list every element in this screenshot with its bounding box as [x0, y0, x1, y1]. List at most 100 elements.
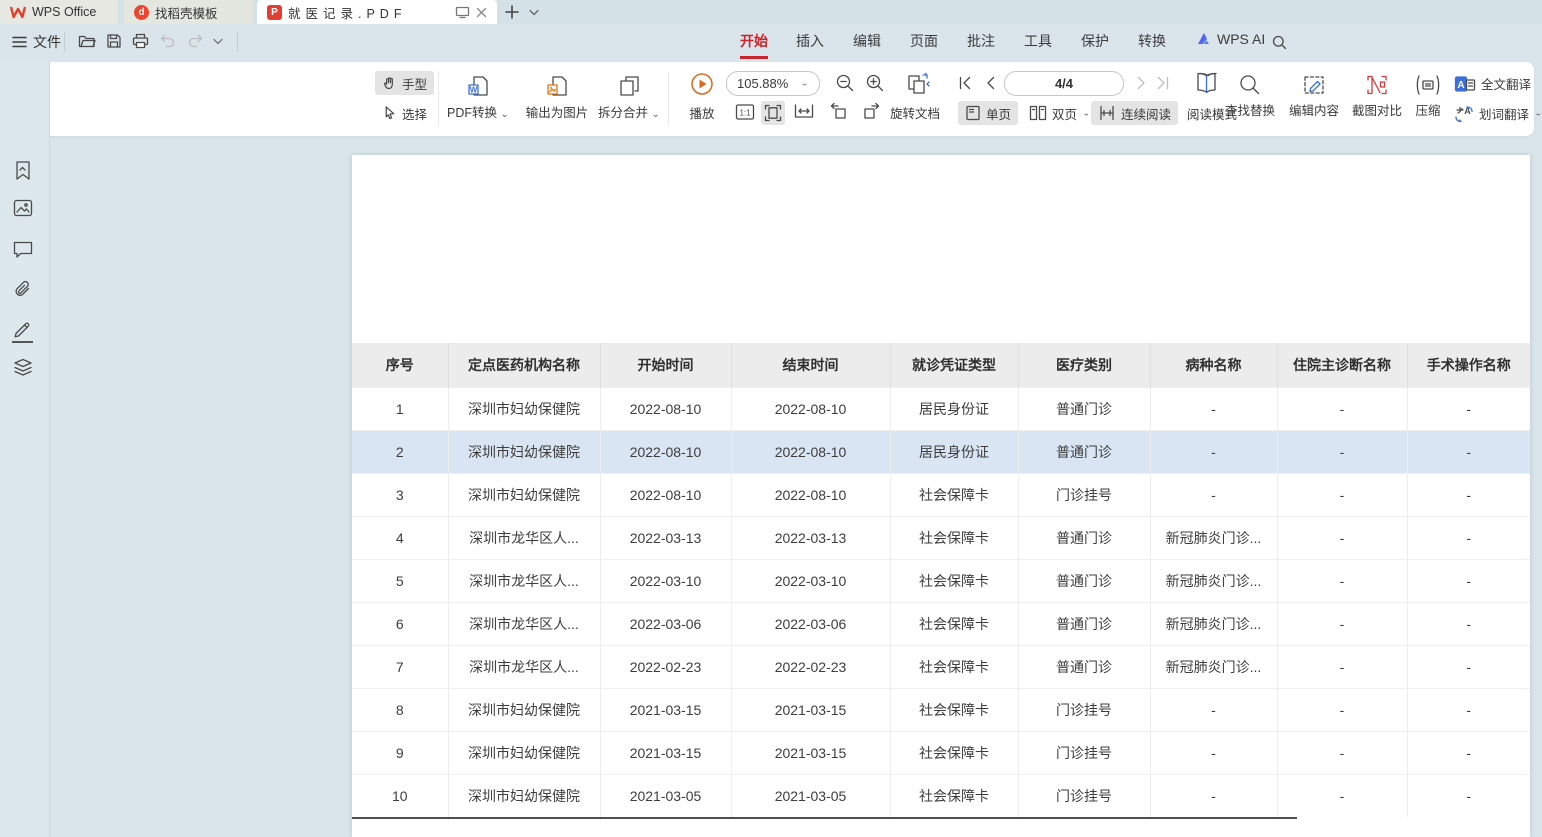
zoom-level-select[interactable]: 105.88% ⌄	[726, 71, 820, 96]
zoom-in-icon[interactable]	[866, 74, 884, 92]
play-button[interactable]	[682, 72, 722, 96]
undo-history-chevron-icon[interactable]	[213, 38, 223, 45]
table-cell: -	[1407, 430, 1530, 473]
attachment-icon[interactable]	[13, 280, 33, 299]
fit-width-button[interactable]	[794, 103, 814, 119]
rotate-left-button[interactable]	[828, 102, 850, 120]
first-page-icon[interactable]	[958, 76, 972, 90]
compress-button[interactable]: 压缩	[1394, 74, 1462, 119]
table-row: 8深圳市妇幼保健院2021-03-152021-03-15社会保障卡门诊挂号--…	[352, 688, 1530, 731]
table-cell: 2021-03-05	[600, 774, 731, 817]
table-cell: -	[1277, 731, 1407, 774]
tab-docer-label: 找稻壳模板	[155, 3, 218, 22]
swap-pages-icon[interactable]	[906, 72, 932, 96]
open-file-icon[interactable]	[78, 33, 96, 49]
page-indicator: 4/4	[1055, 76, 1073, 91]
edit-content-icon	[1302, 74, 1326, 96]
single-page-label: 单页	[986, 104, 1011, 123]
table-header-cell: 手术操作名称	[1407, 343, 1530, 387]
pdf-convert-label: PDF转换	[447, 106, 497, 120]
tab-document-active[interactable]: P 就医记录.PDF	[257, 0, 497, 24]
next-page-icon[interactable]	[1136, 76, 1148, 90]
docer-icon: d	[134, 5, 149, 20]
table-cell: 5	[352, 559, 448, 602]
rotate-right-button[interactable]	[860, 102, 882, 120]
full-translate-button[interactable]: A 全文翻译	[1454, 74, 1531, 93]
double-page-button[interactable]: 双页 ⌄	[1022, 101, 1097, 125]
table-header-cell: 定点医药机构名称	[448, 343, 600, 387]
compress-icon	[1415, 74, 1441, 96]
table-cell: 普通门诊	[1018, 516, 1150, 559]
hand-tool-label: 手型	[402, 74, 427, 93]
table-cell: 门诊挂号	[1018, 731, 1150, 774]
table-cell: 10	[352, 774, 448, 817]
save-icon[interactable]	[106, 33, 122, 49]
single-page-button[interactable]: 单页	[958, 101, 1018, 125]
split-merge-icon	[617, 74, 641, 98]
table-cell: 1	[352, 387, 448, 430]
file-menu-button[interactable]: 文件	[12, 32, 61, 52]
rotate-doc-button[interactable]: 旋转文档	[890, 103, 940, 122]
fit-width-icon	[794, 103, 814, 119]
undo-icon[interactable]	[159, 33, 176, 48]
close-tab-icon[interactable]	[476, 7, 487, 18]
rotate-right-icon	[860, 102, 882, 120]
table-cell: 4	[352, 516, 448, 559]
redo-icon[interactable]	[187, 33, 204, 48]
table-cell: 2022-08-10	[600, 473, 731, 516]
menu-tab-home[interactable]: 开始	[740, 31, 768, 51]
menu-tab-protect[interactable]: 保护	[1081, 31, 1109, 51]
last-page-icon[interactable]	[1156, 76, 1170, 90]
print-icon[interactable]	[132, 33, 149, 49]
bookmark-icon[interactable]	[13, 160, 33, 181]
continuous-read-button[interactable]: 连续阅读	[1091, 101, 1178, 125]
menu-tab-page[interactable]: 页面	[910, 31, 938, 51]
split-merge-button[interactable]: 拆分合并 ⌄	[590, 74, 668, 121]
word-translate-button[interactable]: A 划词翻译 ⌄	[1454, 104, 1542, 123]
pdf-convert-button[interactable]: W PDF转换 ⌄	[439, 74, 517, 121]
table-cell: -	[1277, 559, 1407, 602]
table-cell: 深圳市妇幼保健院	[448, 731, 600, 774]
menu-search-icon[interactable]	[1272, 35, 1287, 50]
tab-wps-home[interactable]: WPS Office	[0, 0, 118, 24]
table-cell: -	[1407, 387, 1530, 430]
table-cell: 2021-03-05	[731, 774, 890, 817]
new-tab-icon[interactable]	[505, 5, 519, 19]
menu-tab-tools[interactable]: 工具	[1024, 31, 1052, 51]
menu-tab-convert[interactable]: 转换	[1138, 31, 1166, 51]
menu-tab-wps-ai[interactable]: WPS AI	[1196, 31, 1265, 47]
screenshot-compare-icon	[1365, 74, 1389, 96]
thumbnail-image-icon[interactable]	[13, 199, 33, 217]
table-cell: -	[1277, 473, 1407, 516]
select-tool-button[interactable]: 选择	[375, 101, 434, 125]
double-page-chevron-icon: ⌄	[1082, 109, 1090, 118]
menu-tab-comment[interactable]: 批注	[967, 31, 995, 51]
actual-size-button[interactable]: 1:1	[735, 103, 755, 121]
tab-docer-templates[interactable]: d 找稻壳模板	[124, 0, 253, 24]
tab-list-chevron-icon[interactable]	[529, 9, 539, 16]
svg-text:1:1: 1:1	[739, 109, 751, 118]
window-tab-bar: WPS Office d 找稻壳模板 P 就医记录.PDF	[0, 0, 1542, 24]
table-row: 4深圳市龙华区人...2022-03-132022-03-13社会保障卡普通门诊…	[352, 516, 1530, 559]
table-cell: -	[1277, 645, 1407, 688]
signature-pen-icon[interactable]	[13, 319, 33, 338]
page-number-input[interactable]: 4/4	[1004, 71, 1124, 96]
menu-tab-insert[interactable]: 插入	[796, 31, 824, 51]
menu-tab-edit[interactable]: 编辑	[853, 31, 881, 51]
layers-icon[interactable]	[13, 358, 33, 378]
hand-tool-button[interactable]: 手型	[375, 71, 434, 95]
comment-icon[interactable]	[13, 241, 33, 258]
wps-ai-label: WPS AI	[1217, 31, 1265, 47]
table-row: 1深圳市妇幼保健院2022-08-102022-08-10居民身份证普通门诊--…	[352, 387, 1530, 430]
play-label-button[interactable]: 播放	[682, 103, 722, 122]
menu-bar: 文件 开始 插入 编辑 页面 批注 工具 保护 转换 WPS AI	[0, 24, 1542, 61]
screen-cast-icon[interactable]	[455, 6, 470, 19]
export-image-button[interactable]: 输出为图片	[518, 74, 596, 121]
table-row: 6深圳市龙华区人...2022-03-062022-03-06社会保障卡普通门诊…	[352, 602, 1530, 645]
fit-page-icon	[764, 104, 782, 122]
fit-page-button[interactable]	[761, 101, 785, 125]
ribbon-toolbar: 手型 选择 W PDF转换 ⌄ 输出为图片 拆分合并 ⌄	[8, 62, 1534, 136]
prev-page-icon[interactable]	[984, 76, 996, 90]
table-cell: -	[1150, 774, 1277, 817]
zoom-out-icon[interactable]	[836, 74, 854, 92]
